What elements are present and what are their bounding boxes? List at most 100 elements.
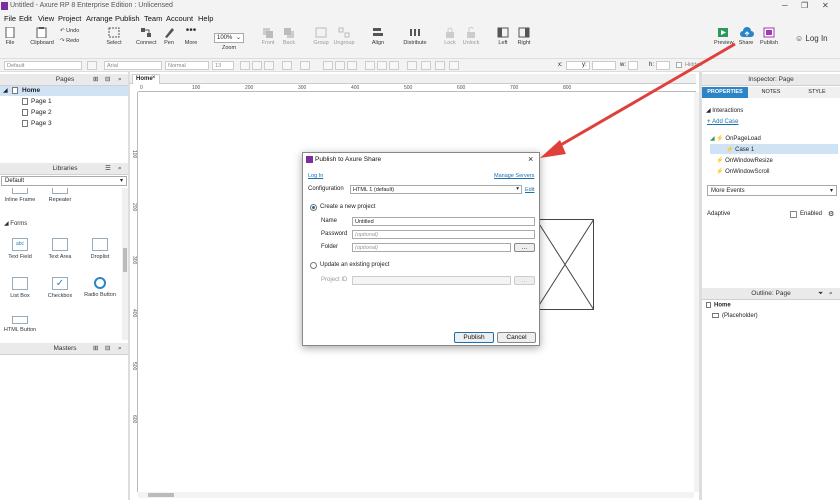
tab-properties[interactable]: PROPERTIES <box>702 87 748 98</box>
edit-link[interactable]: Edit <box>525 187 534 193</box>
align-right-button[interactable] <box>347 61 357 70</box>
arrow-style-button[interactable] <box>449 61 459 70</box>
publish-button[interactable]: Publish <box>454 332 494 343</box>
page-item[interactable]: Page 3 <box>22 120 52 127</box>
close-tab-icon[interactable]: × <box>152 75 156 81</box>
add-page-icon[interactable]: ⊞ <box>93 74 98 86</box>
left-splitter[interactable] <box>128 72 130 500</box>
outline-home[interactable]: Home <box>706 302 731 309</box>
more-events-select[interactable]: More Events ▾ <box>707 185 837 196</box>
create-project-radio[interactable] <box>310 204 317 211</box>
right-splitter[interactable] <box>699 72 702 500</box>
manage-servers-link[interactable]: Manage Servers <box>494 173 534 179</box>
repeater-widget[interactable]: Repeater <box>40 188 80 203</box>
select-tool[interactable]: Select <box>104 27 124 46</box>
page-home-row[interactable]: ◢ Home <box>0 86 130 96</box>
ungroup-button[interactable]: Ungroup <box>333 27 355 46</box>
html-button-widget[interactable]: HTML Button <box>0 316 40 333</box>
front-button[interactable]: Front <box>261 27 275 46</box>
menu-help[interactable]: Help <box>198 14 213 23</box>
file-button[interactable]: File <box>3 26 17 46</box>
more-tools[interactable]: ••• More <box>182 26 200 47</box>
configuration-select[interactable]: HTML 1 (default) ▾ <box>350 185 522 194</box>
valign-top-button[interactable] <box>365 61 375 70</box>
menu-lines-icon[interactable]: ☰ <box>105 163 111 175</box>
menu-project[interactable]: Project <box>58 14 81 23</box>
text-area-widget[interactable]: Text Area <box>40 238 80 260</box>
align-left-button[interactable] <box>323 61 333 70</box>
menu-view[interactable]: View <box>38 14 54 23</box>
collapse-arrow-icon[interactable]: ◢ <box>3 87 8 94</box>
size-select[interactable]: 13 <box>212 61 234 70</box>
tab-style[interactable]: STYLE <box>794 87 840 98</box>
menu-file[interactable]: File <box>4 14 16 23</box>
align-center-button[interactable] <box>335 61 345 70</box>
tab-notes[interactable]: NOTES <box>748 87 794 98</box>
cancel-button[interactable]: Cancel <box>497 332 536 343</box>
menu-publish[interactable]: Publish <box>115 14 140 23</box>
search-icon[interactable]: ⌕ <box>118 343 122 355</box>
group-button[interactable]: Group <box>313 27 329 46</box>
distribute-button[interactable]: Distribute <box>402 27 428 46</box>
event-onwindowscroll[interactable]: ⚡ OnWindowScroll <box>716 168 770 175</box>
border-width-button[interactable] <box>421 61 431 70</box>
connect-tool[interactable]: Connect <box>136 27 157 46</box>
folder-field[interactable]: (optional) <box>352 243 511 252</box>
unlock-button[interactable]: Unlock <box>462 27 480 46</box>
add-folder-icon[interactable]: ⊟ <box>105 74 110 86</box>
back-button[interactable]: Back <box>282 27 296 46</box>
radio-button-widget[interactable]: Radio Button <box>80 277 120 298</box>
font-select[interactable]: Arial <box>104 61 162 70</box>
restore-button[interactable]: ❐ <box>801 1 808 10</box>
menu-edit[interactable]: Edit <box>19 14 32 23</box>
valign-bottom-button[interactable] <box>389 61 399 70</box>
search-icon[interactable]: ⌕ <box>118 74 122 86</box>
font-color-button[interactable] <box>282 61 292 70</box>
valign-middle-button[interactable] <box>377 61 387 70</box>
page-item[interactable]: Page 2 <box>22 109 52 116</box>
add-folder-icon[interactable]: ⊟ <box>105 343 110 355</box>
enabled-checkbox[interactable] <box>790 211 797 218</box>
add-master-icon[interactable]: ⊞ <box>93 343 98 355</box>
zoom-select[interactable]: 100% ⌄ <box>214 33 244 43</box>
menu-arrange[interactable]: Arrange <box>86 14 113 23</box>
close-window-button[interactable]: ✕ <box>822 1 829 10</box>
pen-tool[interactable]: Pen <box>162 27 176 46</box>
login-link[interactable]: ☺ Log In <box>795 34 828 43</box>
minimize-button[interactable]: ─ <box>782 1 788 10</box>
style-select[interactable]: Default <box>4 61 82 70</box>
align-button[interactable]: Align <box>369 27 387 46</box>
library-select[interactable]: Default ▾ <box>1 176 127 186</box>
style-edit-button[interactable] <box>87 61 97 70</box>
checkbox-widget[interactable]: ✓ Checkbox <box>40 277 80 299</box>
browse-folder-button[interactable]: ... <box>514 243 535 252</box>
underline-button[interactable] <box>264 61 274 70</box>
adaptive-settings-icon[interactable]: ⚙ <box>828 210 834 218</box>
droplist-widget[interactable]: Droplist <box>80 238 120 260</box>
login-link[interactable]: Log In <box>308 173 323 179</box>
border-pattern-button[interactable] <box>435 61 445 70</box>
fill-color-button[interactable] <box>300 61 310 70</box>
placeholder-widget[interactable] <box>536 219 594 310</box>
outline-placeholder[interactable]: (Placeholder) <box>712 313 758 319</box>
italic-button[interactable] <box>252 61 262 70</box>
add-case-link[interactable]: + Add Case <box>707 119 739 125</box>
name-field[interactable]: Untitled <box>352 217 535 226</box>
menu-account[interactable]: Account <box>166 14 193 23</box>
inline-frame-widget[interactable]: Inline Frame <box>0 188 40 203</box>
event-onwindowresize[interactable]: ⚡ OnWindowResize <box>716 157 773 164</box>
clipboard-button[interactable]: Clipboard <box>29 27 55 46</box>
update-project-radio[interactable] <box>310 262 317 269</box>
case-1-item[interactable]: ⚡ Case 1 <box>726 146 754 153</box>
redo-button[interactable]: ↷ Redo <box>60 38 79 44</box>
weight-select[interactable]: Normal <box>165 61 209 70</box>
search-icon[interactable]: ⌕ <box>829 288 833 300</box>
canvas-horizontal-scrollbar[interactable] <box>138 492 694 498</box>
lock-button[interactable]: Lock <box>443 27 457 46</box>
undo-button[interactable]: ↶ Undo <box>60 28 79 34</box>
forms-section-header[interactable]: ◢ Forms <box>4 220 27 227</box>
list-box-widget[interactable]: List Box <box>0 277 40 299</box>
text-field-widget[interactable]: abc Text Field <box>0 238 40 260</box>
bold-button[interactable] <box>240 61 250 70</box>
search-icon[interactable]: ⌕ <box>118 163 122 175</box>
